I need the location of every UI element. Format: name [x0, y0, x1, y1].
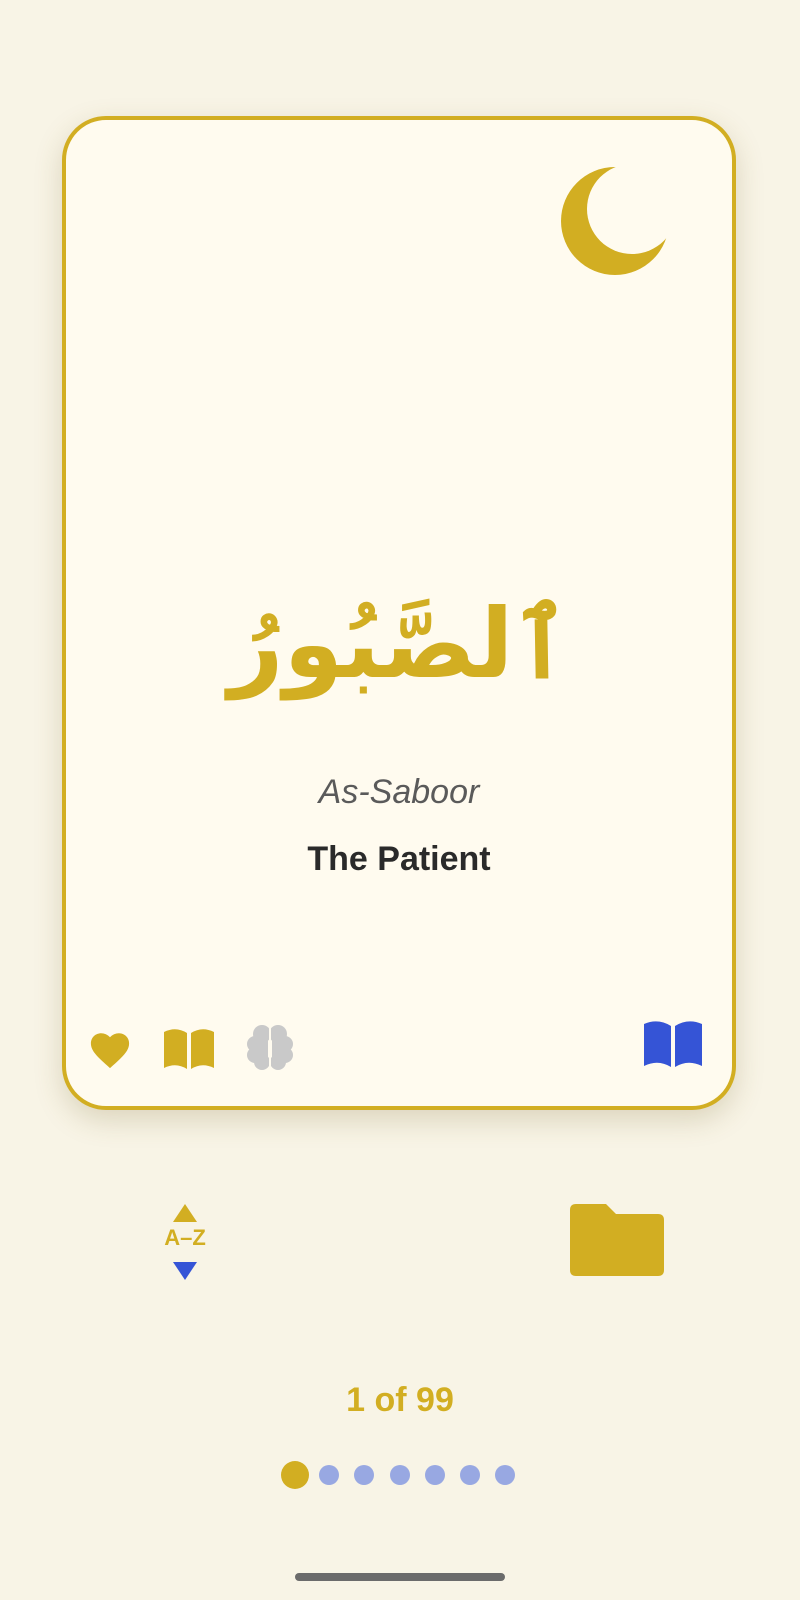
sort-label: A–Z — [152, 1225, 218, 1251]
transliteration: As-Saboor — [318, 773, 480, 811]
details-book-icon[interactable] — [644, 1020, 702, 1068]
pager-dot[interactable] — [390, 1465, 410, 1485]
sort-down-arrow-icon — [173, 1262, 197, 1280]
sort-up-arrow-icon — [173, 1204, 197, 1222]
pager-dot[interactable] — [460, 1465, 480, 1485]
crescent-moon-icon — [561, 167, 669, 275]
meaning: The Patient — [307, 840, 491, 878]
read-book-icon[interactable] — [164, 1028, 214, 1070]
pager-dot-active[interactable] — [281, 1461, 309, 1489]
pager-dot[interactable] — [495, 1465, 515, 1485]
memorize-brain-icon[interactable] — [246, 1024, 294, 1070]
arabic-name: ٱلصَّبُورُ — [228, 588, 570, 700]
pager-dot[interactable] — [425, 1465, 445, 1485]
home-indicator[interactable] — [295, 1573, 505, 1581]
pager-dot[interactable] — [354, 1465, 374, 1485]
sort-toggle-button[interactable]: A–Z — [152, 1200, 218, 1284]
page-counter: 1 of 99 — [346, 1381, 454, 1419]
folder-icon[interactable] — [570, 1204, 664, 1276]
pager-dot[interactable] — [319, 1465, 339, 1485]
sort-label-text: A–Z — [164, 1225, 206, 1250]
favorite-heart-icon[interactable] — [88, 1030, 132, 1070]
name-card[interactable]: ٱلصَّبُورُ As-Saboor The Patient — [62, 116, 736, 1110]
